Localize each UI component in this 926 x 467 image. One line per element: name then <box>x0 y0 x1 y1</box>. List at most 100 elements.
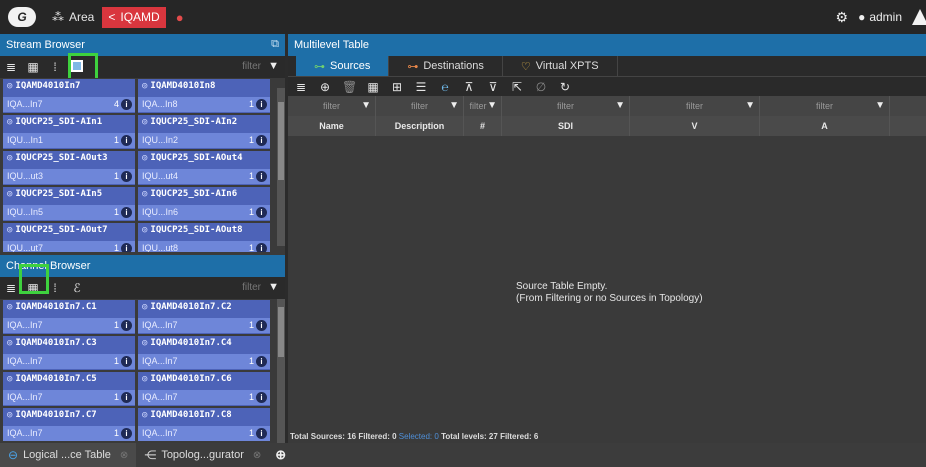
info-icon[interactable]: i <box>256 135 267 146</box>
add-icon[interactable]: ⊕ <box>318 80 332 94</box>
list-view-icon[interactable]: ≣ <box>4 60 18 74</box>
tree-view-icon[interactable]: ⁞ <box>48 60 62 74</box>
channel-tile[interactable]: ◎ IQAMD4010In7.C8 IQA...In7 1 i <box>138 408 270 441</box>
stream-tile[interactable]: ◎ IQUCP25_SDI-AIn1 IQU...In1 1 i <box>3 115 135 149</box>
stream-scroll-thumb[interactable] <box>278 102 284 180</box>
filter-cell-number[interactable]: filter ▼ <box>464 96 502 116</box>
info-icon[interactable]: i <box>256 171 267 182</box>
tree-view-icon[interactable]: ⁞ <box>48 281 62 295</box>
info-icon[interactable]: i <box>121 207 132 218</box>
add-tab-icon[interactable]: ⊕ <box>275 447 286 463</box>
info-icon[interactable]: i <box>121 356 132 367</box>
bottom-tab-logical-source-table[interactable]: ⊖ Logical ...ce Table ⊗ <box>0 443 137 467</box>
unlink-icon[interactable]: ∅ <box>534 80 548 94</box>
filter-icon[interactable]: ▼ <box>615 100 625 111</box>
stream-tile[interactable]: ◎ IQUCP25_SDI-AOut7 IQU...ut7 1 i <box>3 223 135 252</box>
filter-icon[interactable]: ▼ <box>361 100 371 111</box>
info-icon[interactable]: i <box>121 428 132 439</box>
channel-filter-input[interactable]: filter <box>242 282 261 293</box>
tile-name-text: IQAMD4010In7.C3 <box>15 338 97 348</box>
filter-icon[interactable]: ▼ <box>449 100 459 111</box>
level-link-icon[interactable]: ℮ <box>438 80 452 94</box>
dock-icon[interactable]: ⧉ <box>271 38 279 51</box>
info-icon[interactable]: i <box>121 392 132 403</box>
filter-cell-sdi[interactable]: filter ▼ <box>502 96 630 116</box>
tab-destinations[interactable]: ⊶ Destinations <box>389 56 503 76</box>
stream-tile[interactable]: ◎ IQAMD4010In7 IQA...In7 4 i <box>3 79 135 113</box>
info-icon[interactable]: i <box>121 243 132 252</box>
channel-tile[interactable]: ◎ IQAMD4010In7.C4 IQA...In7 1 i <box>138 336 270 370</box>
breadcrumb-iqamd[interactable]: < IQAMD <box>102 6 166 28</box>
channel-scrollbar[interactable] <box>277 299 285 443</box>
levels-icon[interactable]: ☰ <box>414 80 428 94</box>
filter-icon[interactable]: ▼ <box>745 100 755 111</box>
column-header-v[interactable]: V <box>630 116 760 136</box>
info-icon[interactable]: i <box>121 320 132 331</box>
alert-triangle-icon[interactable] <box>912 9 926 25</box>
info-icon[interactable]: i <box>256 356 267 367</box>
info-icon[interactable]: i <box>256 243 267 252</box>
stream-tile[interactable]: ◎ IQUCP25_SDI-AOut8 IQU...ut8 1 i <box>138 223 270 252</box>
tile-status-icon: ◎ <box>142 153 148 163</box>
channel-tile[interactable]: ◎ IQAMD4010In7.C1 IQA...In7 1 i <box>3 300 135 334</box>
list-view-icon[interactable]: ≣ <box>4 281 18 295</box>
refresh-icon[interactable]: ↻ <box>558 80 572 94</box>
close-icon[interactable]: ⊗ <box>253 450 261 461</box>
gear-icon[interactable]: ⚙ <box>836 9 849 26</box>
delete-icon[interactable]: 🗑 <box>342 80 357 94</box>
channel-tile[interactable]: ◎ IQAMD4010In7.C6 IQA...In7 1 i <box>138 372 270 406</box>
info-icon[interactable]: i <box>256 207 267 218</box>
column-header-description[interactable]: Description <box>376 116 464 136</box>
grid-view-icon[interactable]: ▦ <box>366 80 380 94</box>
filter-cell-name[interactable]: filter ▼ <box>288 96 376 116</box>
column-header-sdi[interactable]: SDI <box>502 116 630 136</box>
filter-icon[interactable]: ▼ <box>487 100 497 111</box>
filter-cell-a[interactable]: filter ▼ <box>760 96 890 116</box>
filter-off-icon[interactable]: ⊽ <box>486 80 500 94</box>
bottom-tab-topology-configurator[interactable]: ⋲ Topolog...gurator ⊗ <box>136 443 269 467</box>
stream-tile[interactable]: ◎ IQUCP25_SDI-AIn2 IQU...In2 1 i <box>138 115 270 149</box>
user-menu[interactable]: ● admin <box>858 10 902 24</box>
stream-tile[interactable]: ◎ IQAMD4010In8 IQA...In8 1 i <box>138 79 270 113</box>
column-header-number[interactable]: # <box>464 116 502 136</box>
column-header-name[interactable]: Name <box>288 116 376 136</box>
info-icon[interactable]: i <box>121 135 132 146</box>
location-pin-icon[interactable]: ● <box>176 10 184 25</box>
stream-tile[interactable]: ◎ IQUCP25_SDI-AOut3 IQU...ut3 1 i <box>3 151 135 185</box>
close-icon[interactable]: ⊗ <box>120 450 128 461</box>
tile-name: ◎ IQUCP25_SDI-AOut7 <box>7 225 133 235</box>
info-icon[interactable]: i <box>256 392 267 403</box>
stream-filter-input[interactable]: filter <box>242 61 261 72</box>
tile-name: ◎ IQAMD4010In7.C7 <box>7 410 133 420</box>
channel-tile[interactable]: ◎ IQAMD4010In7.C7 IQA...In7 1 i <box>3 408 135 441</box>
filter-cell-description[interactable]: filter ▼ <box>376 96 464 116</box>
filter-icon[interactable]: ▼ <box>268 281 279 293</box>
stream-tile[interactable]: ◎ IQUCP25_SDI-AOut4 IQU...ut4 1 i <box>138 151 270 185</box>
columns-icon[interactable]: ⊞ <box>390 80 404 94</box>
filter-icon[interactable]: ▼ <box>875 100 885 111</box>
channel-tile[interactable]: ◎ IQAMD4010In7.C5 IQA...In7 1 i <box>3 372 135 406</box>
grid-view-icon[interactable]: ▦ <box>26 60 40 74</box>
export-icon[interactable]: ⇱ <box>510 80 524 94</box>
info-icon[interactable]: i <box>121 171 132 182</box>
link-icon[interactable]: ℰ <box>70 281 84 295</box>
breadcrumb-area[interactable]: ⁂ Area <box>52 10 94 24</box>
channel-scroll-thumb[interactable] <box>278 307 284 357</box>
tab-virtual-xpts[interactable]: ♡ Virtual XPTS <box>503 56 618 76</box>
info-icon[interactable]: i <box>121 99 132 110</box>
stream-scrollbar[interactable] <box>277 88 285 246</box>
info-icon[interactable]: i <box>256 320 267 331</box>
channel-tile[interactable]: ◎ IQAMD4010In7.C3 IQA...In7 1 i <box>3 336 135 370</box>
tab-sources[interactable]: ⊶ Sources <box>296 56 390 76</box>
filter-icon[interactable]: ▼ <box>268 60 279 72</box>
stream-tile[interactable]: ◎ IQUCP25_SDI-AIn5 IQU...In5 1 i <box>3 187 135 221</box>
list-icon[interactable]: ≣ <box>294 80 308 94</box>
filter-cell-v[interactable]: filter ▼ <box>630 96 760 116</box>
column-header-a[interactable]: A <box>760 116 890 136</box>
clear-filter-icon[interactable]: ⊼ <box>462 80 476 94</box>
info-icon[interactable]: i <box>256 99 267 110</box>
stream-tile[interactable]: ◎ IQUCP25_SDI-AIn6 IQU...In6 1 i <box>138 187 270 221</box>
app-logo-icon[interactable]: G <box>8 7 36 27</box>
channel-tile[interactable]: ◎ IQAMD4010In7.C2 IQA...In7 1 i <box>138 300 270 334</box>
info-icon[interactable]: i <box>256 428 267 439</box>
